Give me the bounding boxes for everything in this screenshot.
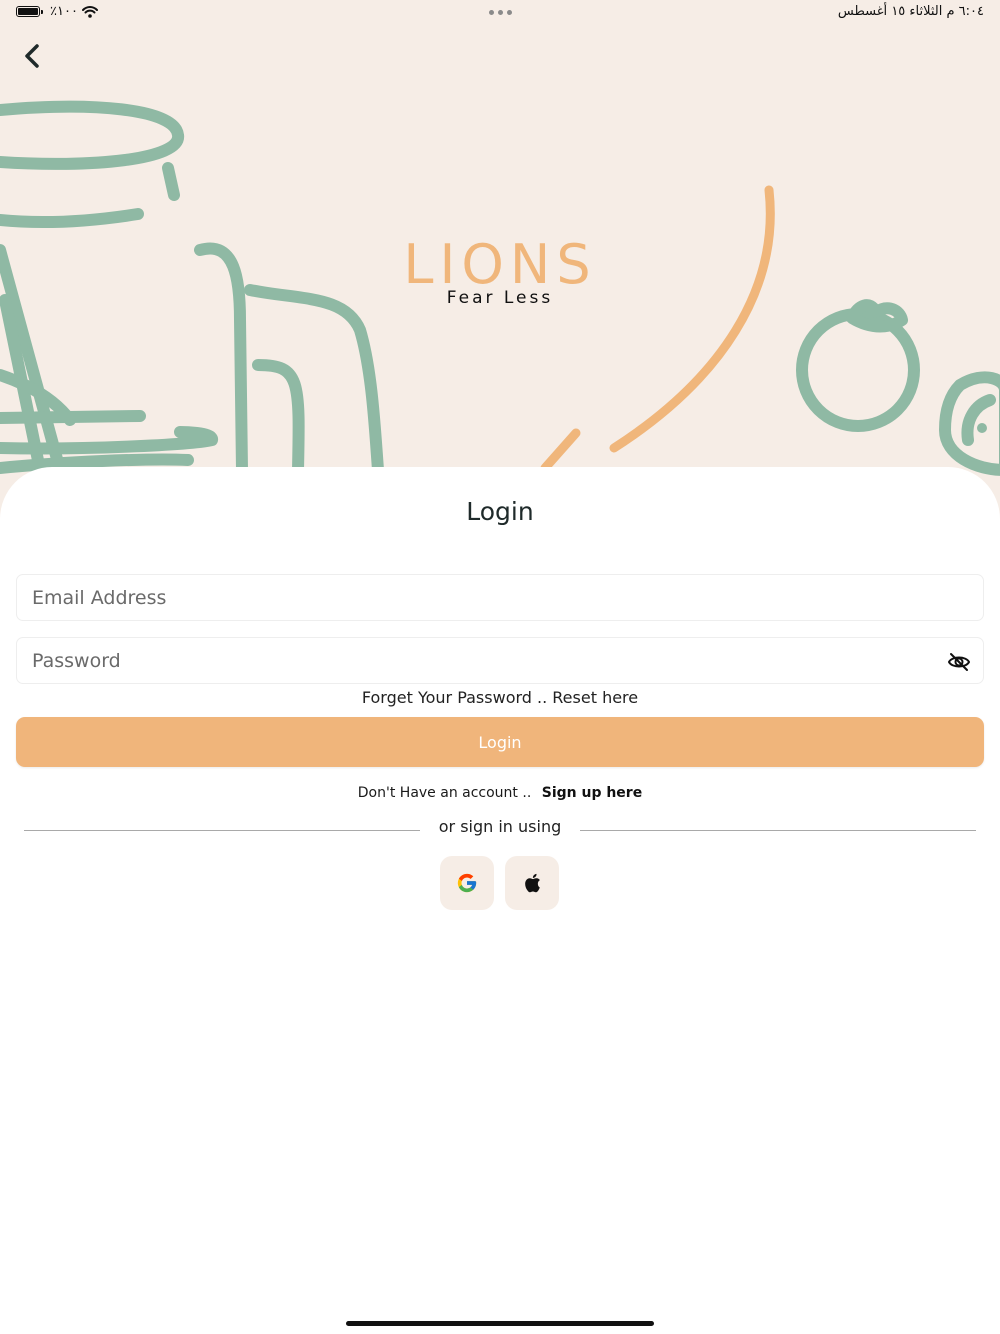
chevron-left-icon	[25, 44, 39, 68]
brand-tagline: Fear Less	[446, 288, 554, 308]
wifi-icon	[81, 5, 98, 18]
signup-prompt: Don't Have an account ..	[357, 785, 536, 801]
google-icon	[457, 873, 477, 893]
apple-signin-button[interactable]	[505, 856, 559, 910]
back-button[interactable]	[14, 38, 50, 74]
signup-row: Don't Have an account .. Sign up here	[0, 785, 1000, 801]
home-indicator	[346, 1321, 654, 1326]
status-left: ٪١٠٠	[16, 4, 98, 19]
login-title: Login	[466, 497, 534, 526]
email-field[interactable]	[16, 574, 984, 621]
status-time-date: ٦:٠٤ م الثلاثاء ١٥ أغسطس	[837, 4, 984, 19]
divider-left	[24, 830, 420, 831]
password-input[interactable]	[17, 638, 983, 683]
multitasking-dots[interactable]	[489, 10, 512, 15]
brand-title: LIONS	[403, 233, 597, 296]
battery-percent: ٪١٠٠	[50, 4, 78, 19]
reset-password-link[interactable]: Reset here	[552, 688, 638, 707]
password-field[interactable]	[16, 637, 984, 684]
status-bar: ٪١٠٠ ٦:٠٤ م الثلاثاء ١٥ أغسطس	[0, 0, 1000, 26]
google-signin-button[interactable]	[440, 856, 494, 910]
login-button[interactable]: Login	[16, 717, 984, 767]
divider-text: or sign in using	[438, 817, 562, 836]
password-visibility-toggle[interactable]	[947, 650, 971, 674]
brand-logo: LIONS Fear Less	[0, 233, 1000, 309]
divider-right	[580, 830, 976, 831]
forgot-password-row: Forget Your Password .. Reset here	[0, 688, 1000, 707]
apple-icon	[525, 873, 540, 893]
signup-link[interactable]: Sign up here	[542, 785, 642, 801]
battery-icon	[16, 6, 43, 17]
eye-off-icon	[948, 653, 970, 671]
forgot-password-text: Forget Your Password ..	[361, 688, 553, 707]
email-input[interactable]	[17, 575, 983, 620]
